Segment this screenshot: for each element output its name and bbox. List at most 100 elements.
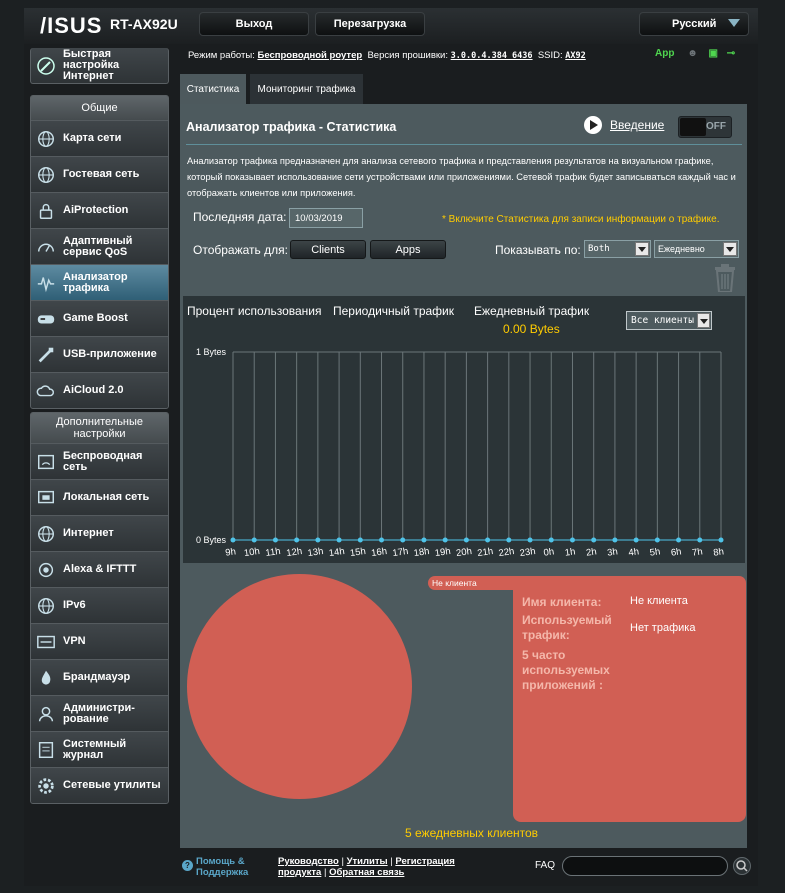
- traffic-chart: 9h 10h 11h 12h 13h 14h 15h 16h 17h 18h 19h 20h 21h 22…: [196, 347, 725, 559]
- data-point[interactable]: [315, 537, 321, 543]
- data-point[interactable]: [569, 537, 575, 543]
- statistics-toggle[interactable]: OFF: [678, 116, 732, 138]
- sidebar-item-general-0[interactable]: Карта сети: [31, 120, 168, 156]
- sidebar-item-label: AiCloud 2.0: [63, 384, 124, 396]
- sidebar-item-general-7[interactable]: AiCloud 2.0: [31, 372, 168, 408]
- data-point[interactable]: [336, 537, 342, 543]
- firmware-link[interactable]: 3.0.0.4.384_6436: [451, 51, 533, 61]
- sidebar-item-advanced-7[interactable]: Администри-рование: [31, 695, 168, 731]
- lan-icon: [35, 487, 57, 509]
- waveform-icon: [35, 272, 57, 294]
- data-point[interactable]: [421, 537, 427, 543]
- sidebar-item-general-5[interactable]: Game Boost: [31, 300, 168, 336]
- reboot-button[interactable]: Перезагрузка: [315, 12, 425, 36]
- client-filter-select[interactable]: Все клиенты: [626, 311, 712, 330]
- tab-statistics[interactable]: Статистика: [180, 74, 246, 104]
- globe-icon: [35, 595, 57, 617]
- quick-setup-button[interactable]: Быстрая настройка Интернет: [30, 48, 169, 84]
- registration-link[interactable]: Регистрация: [395, 856, 454, 867]
- x-tick-label: 14h: [328, 546, 345, 559]
- sidebar-item-advanced-6[interactable]: Брандмауэр: [31, 659, 168, 695]
- sidebar-item-advanced-2[interactable]: Интернет: [31, 515, 168, 551]
- clients-button[interactable]: Clients: [290, 240, 366, 259]
- data-point[interactable]: [612, 537, 618, 543]
- data-point[interactable]: [357, 537, 363, 543]
- chart-tab-periodic[interactable]: Периодичный трафик: [333, 304, 454, 318]
- chart-tab-daily[interactable]: Ежедневный трафик: [474, 304, 589, 318]
- sidebar-item-label: Локальная сеть: [63, 491, 150, 503]
- registration-link-2[interactable]: продукта: [278, 867, 321, 878]
- sidebar-item-advanced-3[interactable]: Alexa & IFTTT: [31, 551, 168, 587]
- data-point[interactable]: [442, 537, 448, 543]
- x-tick-label: 18h: [413, 546, 430, 559]
- sidebar-item-general-6[interactable]: USB-приложение: [31, 336, 168, 372]
- date-input[interactable]: 10/03/2019: [289, 208, 363, 228]
- feedback-link[interactable]: Обратная связь: [329, 867, 404, 878]
- x-tick-label: 3h: [607, 546, 619, 558]
- sidebar-general-title: Общие: [31, 96, 168, 120]
- x-tick-label: 22h: [498, 546, 515, 559]
- data-point[interactable]: [294, 537, 300, 543]
- data-point[interactable]: [485, 537, 491, 543]
- network-icon[interactable]: ▣: [709, 48, 718, 59]
- intro-link-text[interactable]: Введение: [610, 118, 664, 132]
- x-tick-label: 13h: [307, 546, 324, 559]
- client-name-label: Имя клиента:: [522, 595, 602, 609]
- data-point[interactable]: [718, 537, 724, 543]
- footer-links: Руководство | Утилиты | Регистрация прод…: [278, 856, 455, 878]
- data-point[interactable]: [591, 537, 597, 543]
- y-tick-label: 0 Bytes: [196, 535, 227, 545]
- page-title: Анализатор трафика - Статистика: [186, 120, 397, 134]
- data-point[interactable]: [463, 537, 469, 543]
- data-point[interactable]: [548, 537, 554, 543]
- sidebar-item-general-1[interactable]: Гостевая сеть: [31, 156, 168, 192]
- model-name: RT-AX92U: [110, 16, 178, 32]
- data-point[interactable]: [379, 537, 385, 543]
- period-select[interactable]: Ежедневно: [654, 240, 739, 258]
- intro-link[interactable]: Введение: [584, 116, 664, 134]
- logout-button[interactable]: Выход: [199, 12, 309, 36]
- manual-link[interactable]: Руководство: [278, 856, 339, 867]
- data-point[interactable]: [272, 537, 278, 543]
- show-by-select[interactable]: Both: [584, 240, 651, 258]
- x-tick-label: 15h: [349, 546, 366, 559]
- client-name-value: Не клиента: [630, 595, 688, 607]
- ssid-link[interactable]: AX92: [565, 51, 585, 61]
- data-point[interactable]: [654, 537, 660, 543]
- help-link[interactable]: Помощь & Поддержка: [196, 856, 256, 878]
- data-point[interactable]: [676, 537, 682, 543]
- data-point[interactable]: [251, 537, 257, 543]
- tab-traffic-monitor[interactable]: Мониторинг трафика: [250, 74, 363, 104]
- log-icon: [35, 739, 57, 761]
- mode-link[interactable]: Беспроводной роутер: [257, 50, 362, 61]
- sidebar-item-advanced-0[interactable]: Беспроводная сеть: [31, 443, 168, 479]
- clients-icon[interactable]: ☻: [687, 48, 698, 59]
- data-point[interactable]: [506, 537, 512, 543]
- sidebar-item-label: AiProtection: [63, 204, 129, 216]
- sidebar-item-advanced-9[interactable]: Сетевые утилиты: [31, 767, 168, 803]
- data-point[interactable]: [400, 537, 406, 543]
- app-badge[interactable]: App: [655, 48, 674, 59]
- sidebar-item-general-2[interactable]: AiProtection: [31, 192, 168, 228]
- sidebar-item-advanced-8[interactable]: Системный журнал: [31, 731, 168, 767]
- data-point[interactable]: [527, 537, 533, 543]
- usb-icon[interactable]: ⊸: [727, 48, 735, 59]
- sidebar-item-advanced-5[interactable]: VPN: [31, 623, 168, 659]
- quick-setup-label: Быстрая настройка Интернет: [63, 48, 120, 82]
- client-traffic-value: Нет трафика: [630, 622, 696, 634]
- chart-tab-usage[interactable]: Процент использования: [187, 304, 322, 318]
- sidebar-item-general-3[interactable]: Адаптивный сервис QoS: [31, 228, 168, 264]
- sidebar-item-advanced-1[interactable]: Локальная сеть: [31, 479, 168, 515]
- search-icon[interactable]: [733, 857, 751, 875]
- language-select[interactable]: Русский: [639, 12, 749, 36]
- usage-pie-chart[interactable]: [187, 574, 412, 799]
- data-point[interactable]: [697, 537, 703, 543]
- faq-search-input[interactable]: [562, 856, 728, 876]
- data-point[interactable]: [230, 537, 236, 543]
- sidebar-item-general-4[interactable]: Анализатор трафика: [31, 264, 168, 300]
- trash-icon[interactable]: [713, 264, 737, 292]
- data-point[interactable]: [633, 537, 639, 543]
- apps-button[interactable]: Apps: [370, 240, 446, 259]
- utilities-link[interactable]: Утилиты: [347, 856, 388, 867]
- sidebar-item-advanced-4[interactable]: IPv6: [31, 587, 168, 623]
